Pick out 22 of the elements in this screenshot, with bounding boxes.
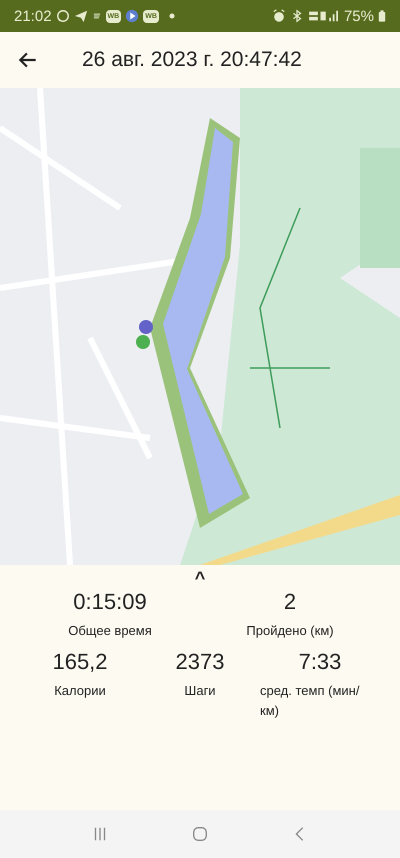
- stat-label: Калории: [54, 682, 106, 700]
- stat-label: Пройдено (км): [246, 622, 334, 640]
- stat-value: 165,2: [52, 649, 108, 675]
- paper-plane-icon: [74, 9, 88, 23]
- stat-value: 7:33: [298, 649, 342, 675]
- battery-percent: 75%: [344, 8, 374, 24]
- stat-label: сред. темп (мин/ км): [260, 682, 360, 720]
- screen-title: 26 авг. 2023 г. 20:47:42: [82, 48, 302, 72]
- dot-icon: [168, 13, 175, 19]
- play-circle-icon: [125, 9, 140, 23]
- expand-button[interactable]: ^: [186, 567, 214, 589]
- home-icon[interactable]: [191, 825, 209, 843]
- stat-value: 2: [284, 589, 296, 615]
- stat-label: Общее время: [68, 622, 152, 640]
- chat-bubble-icon: [56, 9, 70, 23]
- stat-value: 0:15:09: [73, 589, 147, 615]
- signal-icon: [308, 9, 340, 23]
- alarm-clock-icon: [272, 9, 286, 23]
- clock: 21:02: [14, 8, 52, 24]
- stat-value: 2373: [176, 649, 224, 675]
- battery-icon: [378, 9, 386, 23]
- stat-label: Шаги: [184, 682, 216, 700]
